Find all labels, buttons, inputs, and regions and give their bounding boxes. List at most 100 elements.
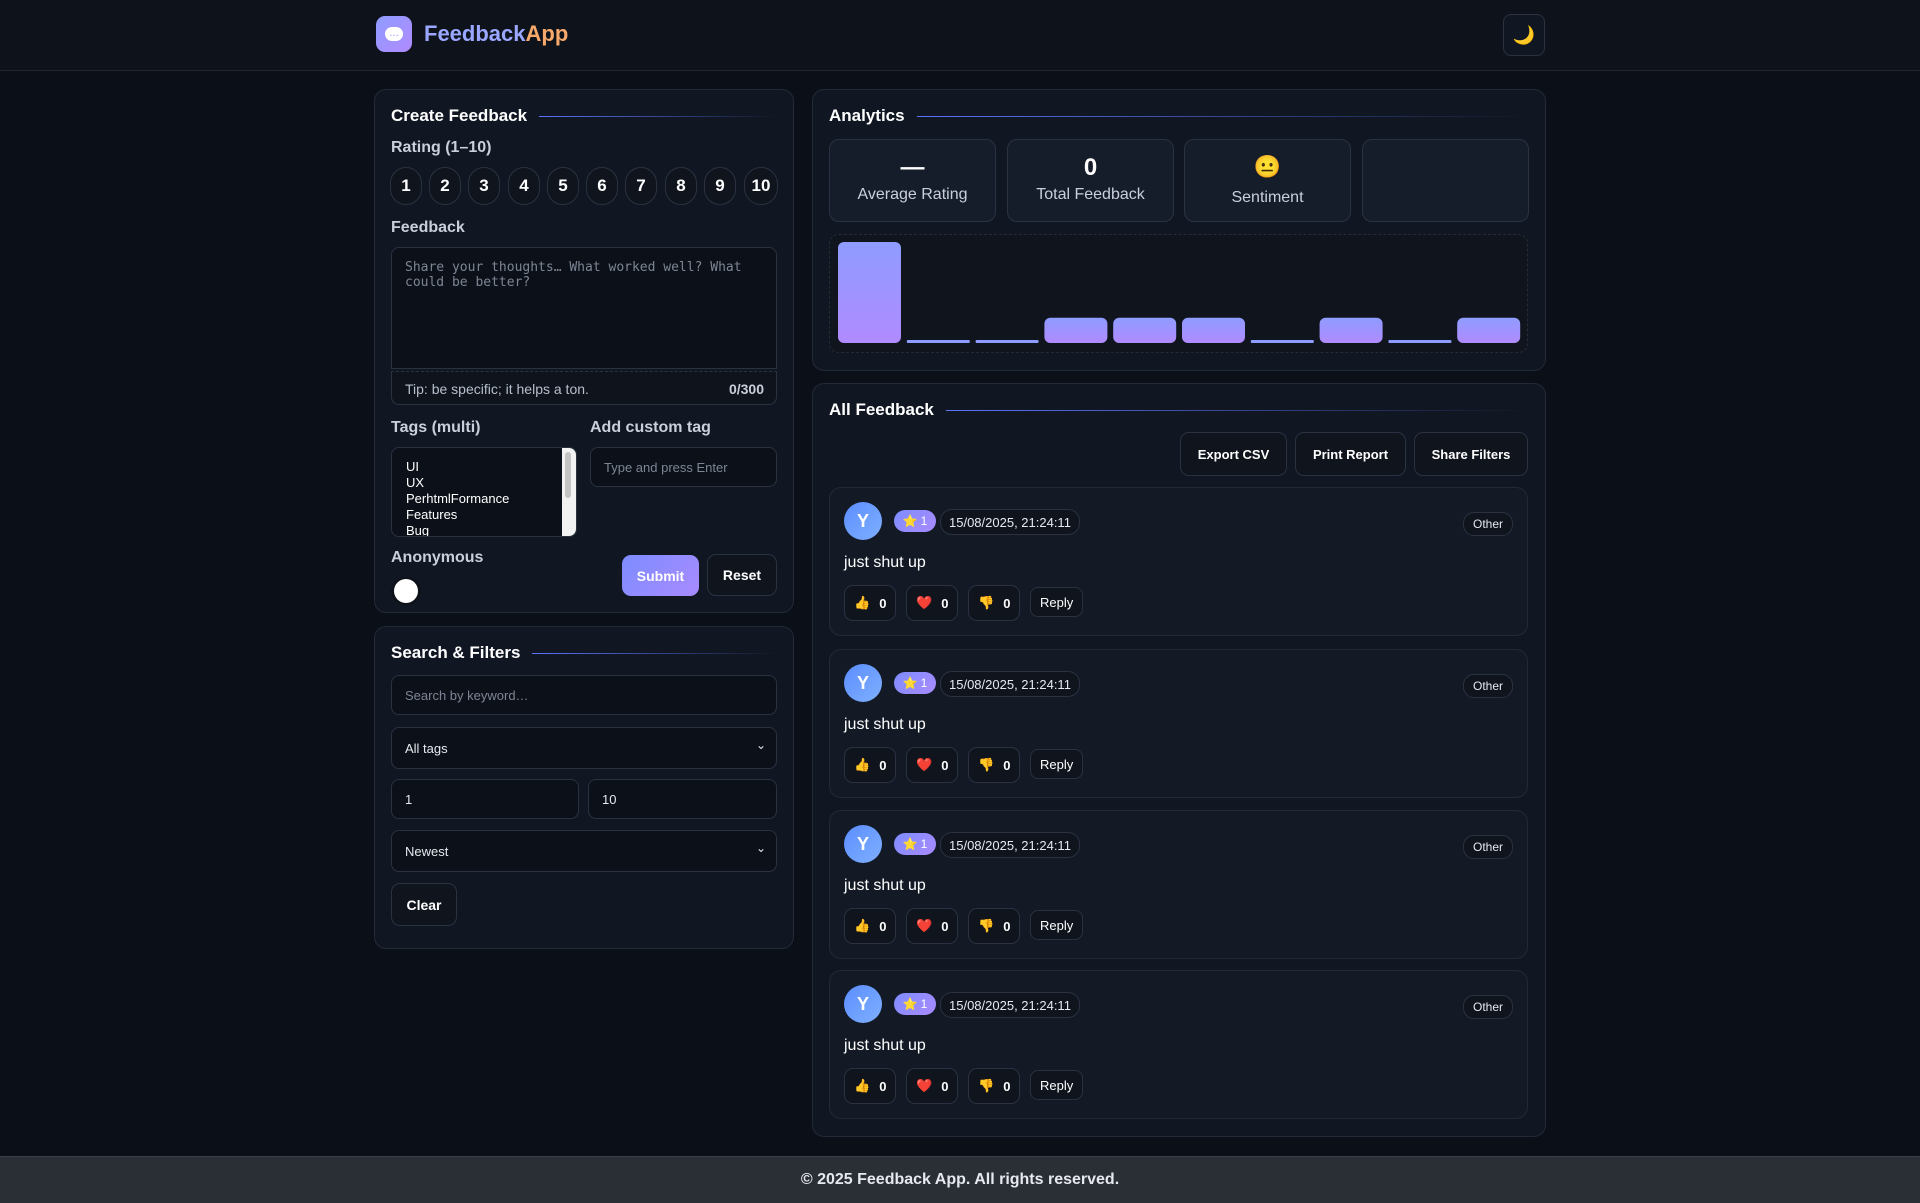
like-button[interactable]: 👍 0 bbox=[844, 585, 897, 621]
rating-button-3[interactable]: 3 bbox=[468, 167, 500, 205]
submit-button[interactable]: Submit bbox=[622, 555, 699, 596]
print-report-button[interactable]: Print Report bbox=[1295, 432, 1406, 476]
rating-button-10[interactable]: 10 bbox=[744, 167, 778, 205]
tags-listbox[interactable]: UI UX PerhtmlFormance Features Bug bbox=[391, 447, 577, 537]
dislike-count: 0 bbox=[1003, 757, 1011, 773]
rating-button-7[interactable]: 7 bbox=[625, 167, 657, 205]
thumbs-up-icon: 👍 bbox=[854, 918, 871, 933]
rating-chart-svg bbox=[838, 242, 1521, 343]
tag-option[interactable]: Features bbox=[406, 507, 509, 523]
rating-button-9[interactable]: 9 bbox=[704, 167, 736, 205]
heart-button[interactable]: ❤️ 0 bbox=[906, 747, 959, 783]
footer: © 2025 Feedback App. All rights reserved… bbox=[0, 1156, 1920, 1203]
tag-filter-select[interactable]: All tags ⌄ bbox=[391, 727, 777, 769]
custom-tag-input[interactable]: Type and press Enter bbox=[590, 447, 777, 487]
rating-value: 1 bbox=[920, 997, 928, 1011]
chevron-down-icon: ⌄ bbox=[755, 738, 766, 752]
share-filters-button[interactable]: Share Filters bbox=[1414, 432, 1528, 476]
rating-value: 1 bbox=[920, 676, 928, 690]
rating-badge: ⭐ 1 bbox=[894, 833, 936, 855]
tag-option[interactable]: PerhtmlFormance bbox=[406, 491, 509, 507]
dislike-button[interactable]: 👎 0 bbox=[968, 585, 1021, 621]
export-csv-button[interactable]: Export CSV bbox=[1180, 432, 1287, 476]
custom-tag-placeholder: Type and press Enter bbox=[604, 459, 728, 475]
char-count: 0/300 bbox=[728, 381, 764, 397]
search-input[interactable]: Search by keyword… bbox=[391, 675, 777, 715]
average-rating-value: — bbox=[900, 154, 925, 181]
like-count: 0 bbox=[879, 595, 887, 611]
anonymous-toggle[interactable] bbox=[391, 577, 421, 605]
feedback-tip-bar: Tip: be specific; it helps a ton. 0/300 bbox=[391, 371, 777, 405]
theme-toggle-button[interactable]: 🌙 bbox=[1503, 14, 1545, 56]
star-icon: ⭐ bbox=[902, 514, 918, 528]
tags-scrollbar[interactable] bbox=[562, 448, 576, 536]
top-bar: … FeedbackApp 🌙 bbox=[0, 0, 1920, 71]
tags-label: Tags (multi) bbox=[391, 419, 481, 436]
dislike-count: 0 bbox=[1003, 918, 1011, 934]
like-count: 0 bbox=[879, 757, 887, 773]
anonymous-label: Anonymous bbox=[391, 549, 484, 566]
sort-select[interactable]: Newest ⌄ bbox=[391, 830, 777, 872]
date-badge: 15/08/2025, 21:24:11 bbox=[940, 832, 1080, 858]
clear-filters-button[interactable]: Clear bbox=[391, 883, 457, 926]
title-divider bbox=[945, 409, 1528, 411]
dislike-button[interactable]: 👎 0 bbox=[968, 747, 1021, 783]
feedback-text: just shut up bbox=[844, 1037, 926, 1054]
like-button[interactable]: 👍 0 bbox=[844, 908, 897, 944]
brand[interactable]: … FeedbackApp bbox=[376, 16, 568, 52]
avatar: Y bbox=[844, 502, 882, 540]
thumbs-down-icon: 👎 bbox=[978, 595, 995, 610]
scrollbar-thumb[interactable] bbox=[565, 452, 571, 498]
reset-button[interactable]: Reset bbox=[707, 554, 777, 596]
heart-button[interactable]: ❤️ 0 bbox=[906, 908, 959, 944]
dislike-button[interactable]: 👎 0 bbox=[968, 908, 1021, 944]
rating-badge: ⭐ 1 bbox=[894, 672, 936, 694]
empty-stat bbox=[1362, 139, 1529, 222]
feedback-item: Y ⭐ 1 15/08/2025, 21:24:11 Other just shut up… bbox=[829, 487, 1528, 636]
date-badge: 15/08/2025, 21:24:11 bbox=[940, 992, 1080, 1018]
chevron-down-icon: ⌄ bbox=[755, 841, 766, 855]
like-count: 0 bbox=[879, 1078, 887, 1094]
dislike-button[interactable]: 👎 0 bbox=[968, 1068, 1021, 1104]
thumbs-up-icon: 👍 bbox=[854, 1078, 871, 1093]
total-feedback-label: Total Feedback bbox=[1036, 186, 1145, 203]
like-button[interactable]: 👍 0 bbox=[844, 1068, 897, 1104]
max-rating-input[interactable]: 10 bbox=[588, 779, 777, 819]
heart-count: 0 bbox=[941, 595, 949, 611]
reply-button[interactable]: Reply bbox=[1030, 1070, 1084, 1100]
sentiment-stat: 😐 Sentiment bbox=[1184, 139, 1351, 222]
rating-button-1[interactable]: 1 bbox=[390, 167, 422, 205]
logo-glyph: … bbox=[385, 27, 403, 41]
feedback-text: just shut up bbox=[844, 877, 926, 894]
rating-button-6[interactable]: 6 bbox=[586, 167, 618, 205]
min-rating-value: 1 bbox=[405, 791, 413, 807]
brand-name-part-2: App bbox=[525, 21, 569, 46]
rating-button-2[interactable]: 2 bbox=[429, 167, 461, 205]
feedback-item: Y ⭐ 1 15/08/2025, 21:24:11 Other just shut up… bbox=[829, 970, 1528, 1119]
tag-option[interactable]: UI bbox=[406, 459, 509, 475]
heart-count: 0 bbox=[941, 1078, 949, 1094]
tag-badge[interactable]: Other bbox=[1462, 835, 1513, 859]
feedback-textarea[interactable]: Share your thoughts… What worked well? W… bbox=[391, 247, 777, 369]
rating-button-8[interactable]: 8 bbox=[665, 167, 697, 205]
heart-button[interactable]: ❤️ 0 bbox=[906, 585, 959, 621]
title-divider bbox=[532, 652, 777, 654]
sentiment-label: Sentiment bbox=[1231, 189, 1304, 206]
title-divider bbox=[916, 115, 1528, 117]
reply-button[interactable]: Reply bbox=[1030, 587, 1084, 617]
feedback-text: just shut up bbox=[844, 716, 926, 733]
rating-button-5[interactable]: 5 bbox=[547, 167, 579, 205]
tag-badge[interactable]: Other bbox=[1462, 995, 1513, 1019]
tag-badge[interactable]: Other bbox=[1462, 674, 1513, 698]
tag-option[interactable]: UX bbox=[406, 475, 509, 491]
rating-button-4[interactable]: 4 bbox=[508, 167, 540, 205]
rating-bar-5 bbox=[1113, 317, 1177, 343]
tag-badge[interactable]: Other bbox=[1462, 512, 1513, 536]
heart-button[interactable]: ❤️ 0 bbox=[906, 1068, 959, 1104]
rating-bar-4 bbox=[1044, 317, 1108, 343]
min-rating-input[interactable]: 1 bbox=[391, 779, 579, 819]
tag-option[interactable]: Bug bbox=[406, 523, 509, 536]
reply-button[interactable]: Reply bbox=[1030, 749, 1084, 779]
like-button[interactable]: 👍 0 bbox=[844, 747, 897, 783]
reply-button[interactable]: Reply bbox=[1030, 910, 1084, 940]
